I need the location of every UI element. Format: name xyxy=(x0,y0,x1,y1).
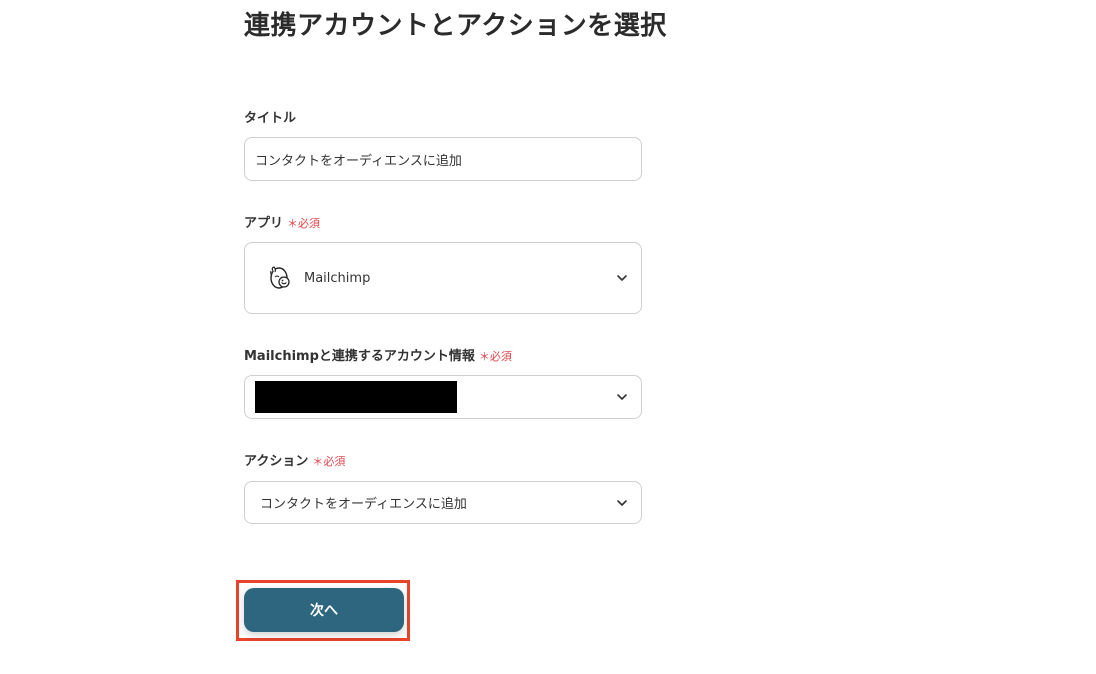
app-select-value: Mailchimp xyxy=(304,270,371,286)
redacted-account-value xyxy=(255,381,457,413)
app-field-label: アプリ ＊必須 xyxy=(244,215,320,233)
required-marker: ＊必須 xyxy=(287,217,321,230)
required-marker: ＊必須 xyxy=(478,350,512,363)
required-marker: ＊必須 xyxy=(312,455,346,468)
action-field-label: アクション ＊必須 xyxy=(244,453,345,471)
mailchimp-logo-icon xyxy=(270,266,290,289)
next-button[interactable]: 次へ xyxy=(244,588,404,632)
title-field-label: タイトル xyxy=(244,110,296,128)
account-field-label-text: Mailchimpと連携するアカウント情報 xyxy=(244,349,475,364)
app-select[interactable]: Mailchimp xyxy=(244,242,642,314)
title-field-label-text: タイトル xyxy=(244,111,297,126)
page-title: 連携アカウントとアクションを選択 xyxy=(244,11,667,41)
action-field-label-text: アクション xyxy=(244,454,309,469)
app-field-label-text: アプリ xyxy=(244,216,284,231)
chevron-down-icon xyxy=(617,394,627,400)
title-field[interactable] xyxy=(244,137,642,181)
account-select[interactable] xyxy=(244,375,642,419)
account-field-label: Mailchimpと連携するアカウント情報 ＊必須 xyxy=(244,348,512,366)
title-input[interactable] xyxy=(245,138,641,180)
chevron-down-icon xyxy=(617,499,627,506)
chevron-down-icon xyxy=(617,275,627,281)
action-select-value: コンタクトをオーディエンスに追加 xyxy=(260,497,467,512)
action-select[interactable]: コンタクトをオーディエンスに追加 xyxy=(244,481,642,524)
